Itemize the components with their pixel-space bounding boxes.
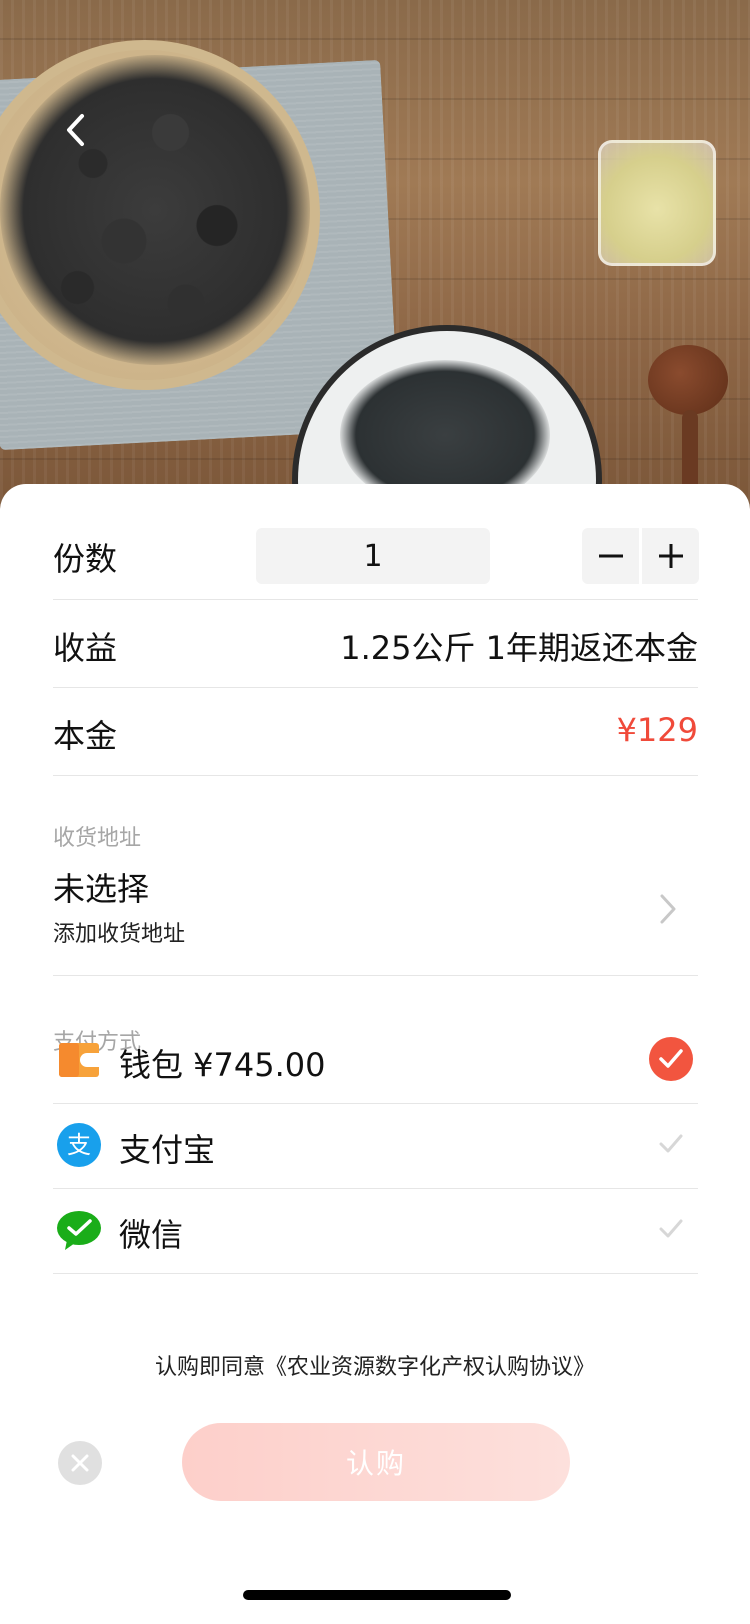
increase-button[interactable] [642, 528, 699, 584]
close-button[interactable] [58, 1441, 102, 1485]
home-indicator [243, 1590, 511, 1600]
agreement-link[interactable]: 认购即同意《农业资源数字化产权认购协议》 [0, 1349, 750, 1381]
decrease-button[interactable] [582, 528, 639, 584]
tea-cup [598, 140, 716, 266]
alipay-label: 支付宝 [119, 1131, 216, 1169]
check-unselected-icon [649, 1122, 693, 1166]
principal-label: 本金 [53, 717, 118, 755]
add-address-link: 添加收货地址 [53, 922, 186, 947]
check-selected-icon [649, 1037, 693, 1081]
plus-icon [658, 544, 683, 568]
quantity-value: 1 [363, 538, 383, 574]
payment-option-wallet[interactable]: 钱包 ¥745.00 [53, 1018, 698, 1104]
order-sheet: 份数 1 收益 1.25公斤 1年期返还本金 本金 ¥129 收货地址 未选择 … [0, 484, 750, 1624]
payment-option-alipay[interactable]: 支 支付宝 [53, 1103, 698, 1189]
income-value: 1.25公斤 1年期返还本金 [340, 629, 698, 667]
subscribe-button[interactable]: 认购 [182, 1423, 570, 1501]
wechat-label: 微信 [119, 1216, 184, 1254]
dried-fungus [0, 55, 310, 365]
product-photo [0, 0, 750, 520]
quantity-label: 份数 [53, 540, 118, 578]
income-row: 收益 1.25公斤 1年期返还本金 [53, 599, 698, 688]
wooden-spoon [648, 345, 728, 415]
principal-value: ¥129 [616, 711, 698, 749]
address-status: 未选择 [53, 870, 150, 908]
address-selector[interactable]: 未选择 添加收货地址 [53, 854, 698, 976]
payment-option-wechat[interactable]: 微信 [53, 1188, 698, 1274]
chevron-right-icon [656, 889, 680, 929]
wallet-icon [57, 1038, 101, 1082]
close-icon [71, 1454, 89, 1472]
minus-icon [598, 554, 623, 558]
chevron-left-icon [67, 114, 84, 146]
quantity-row: 份数 1 [53, 484, 699, 600]
wechat-icon [57, 1208, 101, 1252]
alipay-icon: 支 [57, 1123, 101, 1167]
wallet-label: 钱包 ¥745.00 [119, 1046, 326, 1084]
principal-row: 本金 ¥129 [53, 687, 698, 776]
back-button[interactable] [58, 112, 94, 148]
income-label: 收益 [53, 629, 118, 667]
check-unselected-icon [649, 1207, 693, 1251]
quantity-input[interactable]: 1 [256, 528, 490, 584]
svg-text:支: 支 [67, 1131, 91, 1159]
address-section-title: 收货地址 [53, 826, 142, 851]
